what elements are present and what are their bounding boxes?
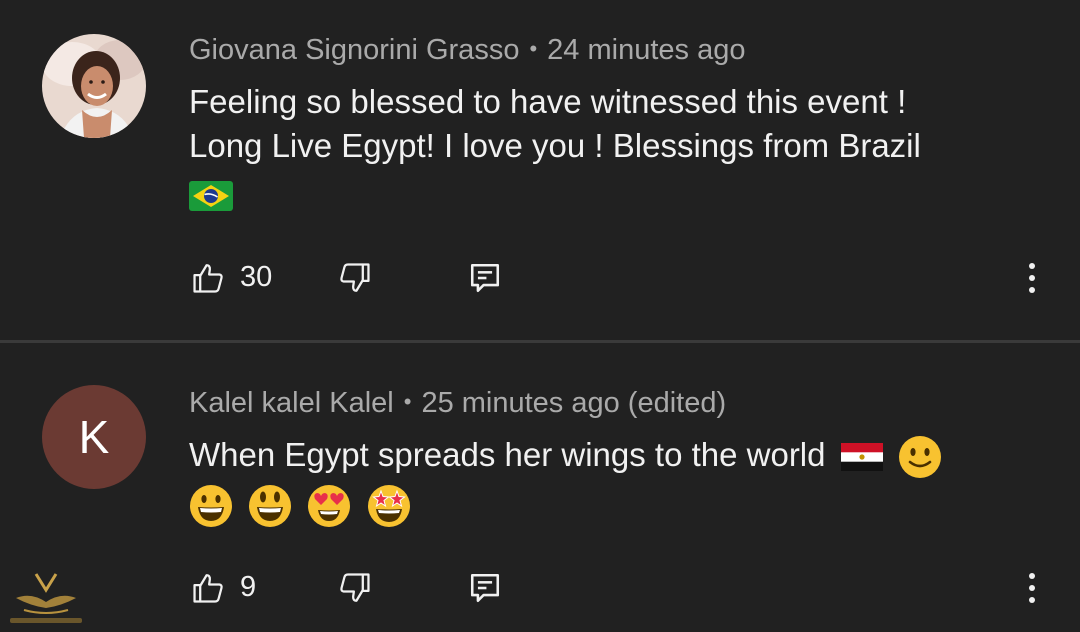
reply-comment-icon [468, 571, 502, 605]
comment-meta: Giovana Signorini Grasso • 24 minutes ago [189, 34, 745, 67]
comment-text: Feeling so blessed to have witnessed thi… [189, 80, 1029, 216]
avatar-photo [42, 34, 146, 138]
comment-actions: 30 [0, 253, 1080, 303]
more-options-button[interactable] [1010, 253, 1054, 303]
like-count: 30 [240, 261, 273, 293]
author-name[interactable]: Giovana Signorini Grasso [189, 34, 519, 66]
comment-text-line: Long Live Egypt! I love you ! Blessings … [189, 127, 921, 164]
more-vertical-icon [1026, 571, 1038, 605]
thumbs-down-icon [338, 571, 372, 605]
meta-separator: • [529, 36, 538, 61]
author-name[interactable]: Kalel kalel Kalel [189, 387, 394, 419]
grinning-face-icon [189, 484, 233, 528]
comment-time[interactable]: 25 minutes ago (edited) [421, 387, 726, 419]
comment-meta: Kalel kalel Kalel • 25 minutes ago (edited… [189, 387, 726, 420]
comment-text-line: Feeling so blessed to have witnessed thi… [189, 83, 907, 120]
thumbs-up-icon [191, 571, 225, 605]
slightly-smiling-face-icon [898, 435, 942, 479]
reply-comment-icon [468, 261, 502, 295]
like-button[interactable] [186, 563, 230, 613]
meta-separator: • [403, 389, 412, 414]
heart-eyes-icon [307, 484, 351, 528]
flag-brazil-icon [189, 181, 233, 212]
comment-text-line: When Egypt spreads her wings to the worl… [189, 436, 826, 473]
reply-button[interactable] [463, 253, 507, 303]
comment-actions: 9 [0, 563, 1080, 613]
avatar-letter: K [78, 411, 110, 463]
thumbs-down-icon [338, 261, 372, 295]
reply-button[interactable] [463, 563, 507, 613]
watermark-logo [6, 566, 86, 628]
like-count: 9 [240, 571, 257, 603]
comment-time[interactable]: 24 minutes ago [547, 34, 745, 66]
dislike-button[interactable] [333, 253, 377, 303]
more-options-button[interactable] [1010, 563, 1054, 613]
like-button[interactable] [186, 253, 230, 303]
comment-item: Giovana Signorini Grasso • 24 minutes ago … [0, 0, 1080, 340]
avatar[interactable] [42, 34, 146, 138]
thumbs-up-icon [191, 261, 225, 295]
star-struck-icon [367, 484, 411, 528]
comment-item: K Kalel kalel Kalel • 25 minutes ago (edit… [0, 343, 1080, 632]
grinning-face-big-eyes-icon [248, 484, 292, 528]
flag-egypt-icon [840, 443, 883, 472]
comment-text: When Egypt spreads her wings to the worl… [189, 433, 1029, 531]
more-vertical-icon [1026, 261, 1038, 295]
dislike-button[interactable] [333, 563, 377, 613]
avatar[interactable]: K [42, 385, 146, 489]
